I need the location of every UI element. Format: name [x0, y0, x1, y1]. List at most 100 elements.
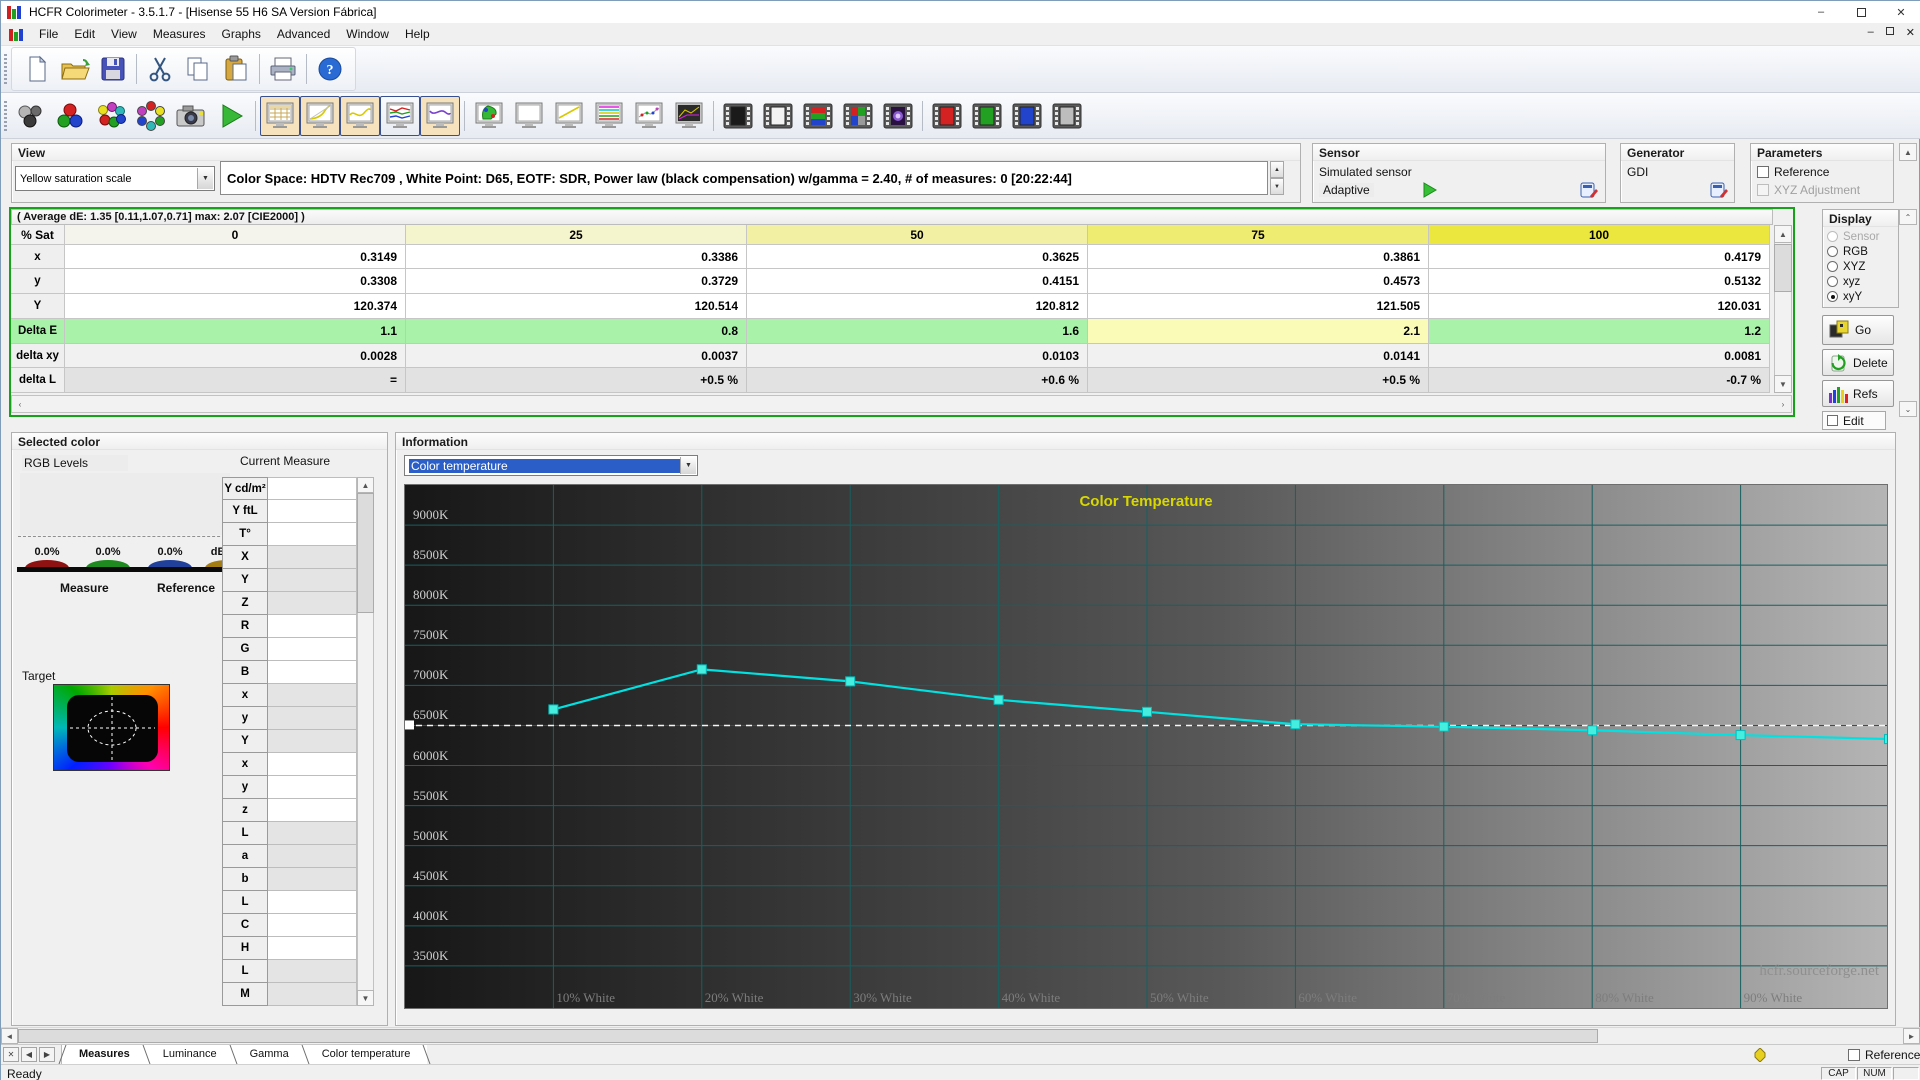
cell-delta-e[interactable]: 1.6 [747, 319, 1088, 344]
view-rgb-levels-icon[interactable] [380, 95, 420, 136]
close-icon[interactable]: ✕ [1881, 1, 1920, 23]
pattern-gray-icon[interactable] [1047, 96, 1087, 136]
column-header-sat[interactable]: % Sat [11, 225, 65, 245]
cell-y[interactable]: 0.5132 [1429, 269, 1770, 294]
view-luminance-icon[interactable] [300, 95, 340, 136]
view-measures-table-icon[interactable] [260, 95, 300, 136]
cell-delta-xy[interactable]: 0.0037 [406, 344, 747, 368]
run-measures-icon[interactable] [211, 96, 251, 136]
minimize-icon[interactable]: – [1801, 1, 1841, 23]
edit-checkbox[interactable]: Edit [1822, 411, 1886, 430]
radio-icon[interactable] [1827, 261, 1838, 272]
menu-advanced[interactable]: Advanced [269, 24, 338, 44]
cell-delta-xy[interactable]: 0.0028 [65, 344, 406, 368]
display-option-xyy[interactable]: xyY [1827, 289, 1898, 304]
cell-delta-l[interactable]: -0.7 % [1429, 368, 1770, 393]
table-vscrollbar[interactable]: ▲ ▼ [1774, 225, 1792, 393]
child-minimize-icon[interactable]: – [1868, 26, 1874, 39]
delete-button[interactable]: Delete [1822, 349, 1894, 376]
info-spinner[interactable]: ▲ ▼ [1270, 161, 1284, 195]
cell-x[interactable]: 0.3386 [406, 245, 747, 269]
cell-delta-xy[interactable]: 0.0141 [1088, 344, 1429, 368]
pattern-white-icon[interactable] [758, 96, 798, 136]
tab-measures[interactable]: Measures [63, 1045, 146, 1064]
menu-help[interactable]: Help [397, 24, 438, 44]
view-free-measures-icon[interactable] [509, 96, 549, 136]
cell-y[interactable]: 0.3729 [406, 269, 747, 294]
column-header-25[interactable]: 25 [406, 225, 747, 245]
cell-x[interactable]: 0.4179 [1429, 245, 1770, 269]
menu-view[interactable]: View [103, 24, 145, 44]
checkbox-icon[interactable] [1757, 166, 1769, 178]
tab-luminance[interactable]: Luminance [147, 1045, 233, 1064]
pattern-red-icon[interactable] [927, 96, 967, 136]
cell-y[interactable]: 0.4573 [1088, 269, 1429, 294]
chevron-down-icon[interactable]: ▼ [197, 168, 213, 189]
cell-delta-e[interactable]: 2.1 [1088, 319, 1429, 344]
graph-selector[interactable]: Color temperature ▼ [404, 455, 698, 476]
toolbar-grip[interactable] [4, 100, 7, 131]
column-header-50[interactable]: 50 [747, 225, 1088, 245]
cut-icon[interactable] [141, 50, 179, 88]
sensor-config-icon[interactable] [1579, 180, 1599, 200]
view-measure-points-icon[interactable] [629, 96, 669, 136]
snapshot-icon[interactable] [171, 96, 211, 136]
display-option-xyz[interactable]: xyz [1827, 274, 1898, 289]
tab-close-icon[interactable]: ✕ [3, 1047, 19, 1062]
sensor-mode[interactable]: Adaptive [1319, 183, 1374, 197]
cell-delta-xy[interactable]: 0.0103 [747, 344, 1088, 368]
pattern-black-icon[interactable] [718, 96, 758, 136]
cell-delta-l[interactable]: +0.6 % [747, 368, 1088, 393]
view-cie-diagram-icon[interactable] [469, 96, 509, 136]
cell-delta-e[interactable]: 1.2 [1429, 319, 1770, 344]
cell-y[interactable]: 120.374 [65, 294, 406, 319]
cell-y[interactable]: 121.505 [1088, 294, 1429, 319]
menu-window[interactable]: Window [338, 24, 397, 44]
reference-checkbox[interactable]: Reference [1757, 165, 1829, 179]
cell-delta-e[interactable]: 1.1 [65, 319, 406, 344]
paste-icon[interactable] [217, 50, 255, 88]
tab-gamma[interactable]: Gamma [234, 1045, 305, 1064]
help-icon[interactable]: ? [311, 50, 349, 88]
menu-file[interactable]: File [31, 24, 66, 44]
toolbar-grip[interactable] [4, 54, 7, 84]
view-color-temperature-icon[interactable] [420, 95, 460, 136]
view-luminance-curve-icon[interactable] [549, 96, 589, 136]
tab-color-temperature[interactable]: Color temperature [306, 1045, 427, 1064]
column-header-0[interactable]: 0 [65, 225, 406, 245]
menu-graphs[interactable]: Graphs [214, 24, 269, 44]
pattern-galaxy-icon[interactable] [878, 96, 918, 136]
chevron-down-icon[interactable]: ▼ [680, 457, 696, 474]
cell-x[interactable]: 0.3625 [747, 245, 1088, 269]
pattern-blue-icon[interactable] [1007, 96, 1047, 136]
menu-edit[interactable]: Edit [66, 24, 103, 44]
copy-icon[interactable] [179, 50, 217, 88]
radio-icon[interactable] [1827, 291, 1838, 302]
view-multi-curves-icon[interactable] [589, 96, 629, 136]
pattern-green-icon[interactable] [967, 96, 1007, 136]
pattern-rgb-icon[interactable] [798, 96, 838, 136]
cell-x[interactable]: 0.3149 [65, 245, 406, 269]
cell-delta-l[interactable]: = [65, 368, 406, 393]
generator-config-icon[interactable] [1709, 180, 1729, 200]
right-scroll-down-icon[interactable]: ⌄ [1899, 401, 1917, 417]
run-adaptive-icon[interactable] [1421, 182, 1439, 198]
open-icon[interactable] [56, 50, 94, 88]
child-close-icon[interactable]: ✕ [1906, 26, 1915, 39]
cell-delta-l[interactable]: +0.5 % [1088, 368, 1429, 393]
cell-delta-l[interactable]: +0.5 % [406, 368, 747, 393]
radio-icon[interactable] [1827, 246, 1838, 257]
view-gamma-icon[interactable] [340, 95, 380, 136]
child-restore-icon[interactable] [1885, 26, 1894, 39]
color-temperature-chart[interactable]: Color Temperature 9000K 8500K 8000K 7500K 700… [404, 484, 1888, 1009]
cell-y[interactable]: 0.4151 [747, 269, 1088, 294]
checkbox-icon[interactable] [1848, 1049, 1860, 1061]
table-hscrollbar[interactable]: ‹ › [11, 395, 1792, 413]
menu-measures[interactable]: Measures [145, 24, 214, 44]
print-icon[interactable] [264, 50, 302, 88]
view-selector[interactable]: Yellow saturation scale ▼ [15, 166, 215, 191]
new-icon[interactable] [18, 50, 56, 88]
reference-toggle[interactable]: Reference [1848, 1048, 1920, 1062]
display-option-xyz[interactable]: XYZ [1827, 259, 1898, 274]
target-gamut[interactable] [53, 684, 170, 771]
